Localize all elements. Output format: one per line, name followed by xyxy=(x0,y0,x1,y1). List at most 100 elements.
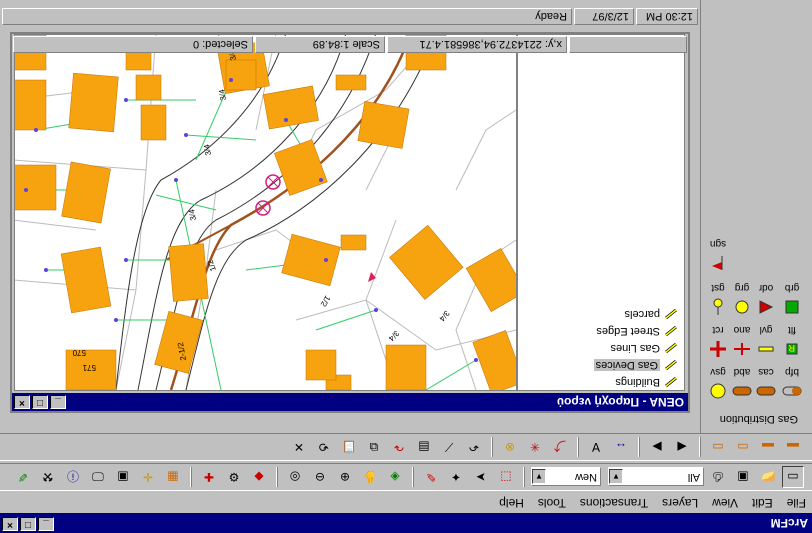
print-button[interactable]: ⎙ xyxy=(707,466,729,488)
explode-icon[interactable]: ✳ xyxy=(524,436,546,458)
status-time: 12:30 PM xyxy=(636,8,698,25)
doc-titlebar[interactable]: OENA - Παροχή νερού _ □ × xyxy=(12,393,688,411)
rotate-icon[interactable]: ⟲ xyxy=(313,436,335,458)
gas-line-icon[interactable]: ▬ xyxy=(757,436,779,458)
zoom-out-icon[interactable]: ⊖ xyxy=(309,466,331,488)
pencil-icon xyxy=(664,308,678,320)
status-date: 12/3/97 xyxy=(574,8,634,25)
monitor-icon[interactable]: 🖵 xyxy=(87,466,109,488)
gas-gst-icon[interactable] xyxy=(706,295,730,319)
doc-close-button[interactable]: × xyxy=(14,395,30,409)
pencil-icon xyxy=(664,325,678,337)
gas-distribution-panel: Gas Distribution bfp cas abd gsv R flt g… xyxy=(700,0,812,433)
identify-icon[interactable]: ◈ xyxy=(384,466,406,488)
arrow-left-icon[interactable]: ◀ xyxy=(671,436,693,458)
label-svc-8: 3/4 xyxy=(437,309,451,324)
delete-icon[interactable]: ✕ xyxy=(288,436,310,458)
gas-grb-icon[interactable] xyxy=(780,295,804,319)
status-scale: Scale 1:84.89 xyxy=(255,36,385,53)
main-toolbar: ▭ 📂 ▣ ⎙ All ▼ New ▼ ⬚ ➤ ✦ ✎ ◈ ✋ ⊕ ⊖ ◎ ◆ ⚙ … xyxy=(0,463,812,491)
info-icon[interactable]: ⓘ xyxy=(62,466,84,488)
fitting-icon[interactable]: ▭ xyxy=(707,436,729,458)
gas-rct-icon[interactable] xyxy=(706,337,730,361)
layer-list: Buildings Gas Devices Gas Lines Street E… xyxy=(517,34,685,391)
minimize-button[interactable]: _ xyxy=(38,517,54,531)
layer-parcels[interactable]: parcels xyxy=(625,308,678,320)
open-button[interactable]: 📂 xyxy=(757,466,779,488)
trace-icon[interactable]: ◆ xyxy=(248,466,270,488)
gas-main-line xyxy=(169,34,413,391)
paste-icon[interactable]: 📋 xyxy=(338,436,360,458)
menu-edit[interactable]: Edit xyxy=(752,496,773,510)
layer-buildings[interactable]: Buildings xyxy=(615,376,678,388)
select-rect-icon[interactable]: ⬚ xyxy=(495,466,517,488)
valve-icon[interactable]: ▭ xyxy=(732,436,754,458)
gas-main-icon[interactable]: ▬ xyxy=(782,436,804,458)
locate-icon[interactable]: ✛ xyxy=(137,466,159,488)
layer-gas-lines[interactable]: Gas Lines xyxy=(610,342,678,354)
zoom-in-icon[interactable]: ⊕ xyxy=(334,466,356,488)
edit-toolbar: ▬ ▬ ▭ ▭ ◀ ▶ ↔ ∀ ⤴ ✳ ⊗ ↶ ⟋ ▤ ↷ ⧉ 📋 ⟲ ✕ xyxy=(0,433,812,461)
menu-layers[interactable]: Layers xyxy=(662,496,698,510)
maximize-button[interactable]: □ xyxy=(20,517,36,531)
status-extra xyxy=(569,36,687,53)
gas-odr-icon[interactable] xyxy=(754,295,778,319)
properties-icon[interactable]: ✚ xyxy=(198,466,220,488)
map-canvas[interactable]: 570 571 2-1/2 3/4 1/2 1/2 3/4 3/4 3/4 3/… xyxy=(14,34,517,391)
redo-icon[interactable]: ↷ xyxy=(388,436,410,458)
gas-gsv-icon[interactable] xyxy=(706,379,730,403)
table-icon[interactable]: ▤ xyxy=(413,436,435,458)
menu-tools[interactable]: Tools xyxy=(538,496,566,510)
pencil-icon xyxy=(664,342,678,354)
pan-icon[interactable]: ✋ xyxy=(359,466,381,488)
layer-street-edges[interactable]: Street Edges xyxy=(596,325,678,337)
line-icon[interactable]: ⟋ xyxy=(438,436,460,458)
new-combo[interactable]: New ▼ xyxy=(531,467,601,487)
doc-title: OENA - Παροχή νερού xyxy=(557,395,684,409)
tools-icon[interactable]: ⚒ xyxy=(37,466,59,488)
copy-icon[interactable]: ⧉ xyxy=(363,436,385,458)
menu-transactions[interactable]: Transactions xyxy=(580,496,648,510)
svg-text:R: R xyxy=(788,343,795,353)
gas-gvl-icon[interactable] xyxy=(754,337,778,361)
gas-cas-icon[interactable] xyxy=(754,379,778,403)
pointer-icon[interactable]: ➤ xyxy=(470,466,492,488)
gas-ano-icon[interactable] xyxy=(730,337,754,361)
pencil-icon[interactable]: ✐ xyxy=(12,466,34,488)
gas-bfp-icon[interactable] xyxy=(780,379,804,403)
doc-minimize-button[interactable]: _ xyxy=(50,395,66,409)
gas-sgn-icon[interactable] xyxy=(706,251,730,275)
doc-maximize-button[interactable]: □ xyxy=(32,395,48,409)
edit-vertex-icon[interactable]: ✎ xyxy=(420,466,442,488)
full-extent-icon[interactable]: ◎ xyxy=(284,466,306,488)
split-icon[interactable]: ↔ xyxy=(610,436,632,458)
undo-icon[interactable]: ↶ xyxy=(463,436,485,458)
status-selected: Selected: 0 xyxy=(13,36,253,53)
pencil-icon xyxy=(664,376,678,388)
save-button[interactable]: ▣ xyxy=(732,466,754,488)
lasso-icon[interactable]: ✦ xyxy=(445,466,467,488)
status-message: Ready xyxy=(2,8,572,25)
doc-statusbar: Selected: 0 Scale 1:84.89 x,y: 2214372.9… xyxy=(12,34,688,54)
device-icon[interactable]: ⊗ xyxy=(499,436,521,458)
selection-combo[interactable]: All ▼ xyxy=(608,467,704,487)
menu-file[interactable]: File xyxy=(787,496,806,510)
flow-icon[interactable]: ⚙ xyxy=(223,466,245,488)
gas-abd-icon[interactable] xyxy=(730,379,754,403)
menubar: File Edit View Layers Transactions Tools… xyxy=(0,493,812,513)
app-titlebar[interactable]: ArcFM _ □ × xyxy=(0,513,812,533)
new-doc-button[interactable]: ▭ xyxy=(782,466,804,488)
map-icon[interactable]: ▣ xyxy=(112,466,134,488)
snap-icon[interactable]: ⤴ xyxy=(549,436,571,458)
layer-icon[interactable]: ▦ xyxy=(162,466,184,488)
layer-gas-devices[interactable]: Gas Devices xyxy=(593,359,678,371)
gas-flt-icon[interactable]: R xyxy=(780,337,804,361)
menu-help[interactable]: Help xyxy=(499,496,524,510)
label-svc-5: 3/4 xyxy=(187,208,198,221)
close-button[interactable]: × xyxy=(2,517,18,531)
menu-view[interactable]: View xyxy=(712,496,738,510)
gas-grg-icon[interactable] xyxy=(730,295,754,319)
vertex-icon[interactable]: ∀ xyxy=(585,436,607,458)
label-svc-3: 1/2 xyxy=(318,294,332,309)
arrow-right-icon[interactable]: ▶ xyxy=(646,436,668,458)
